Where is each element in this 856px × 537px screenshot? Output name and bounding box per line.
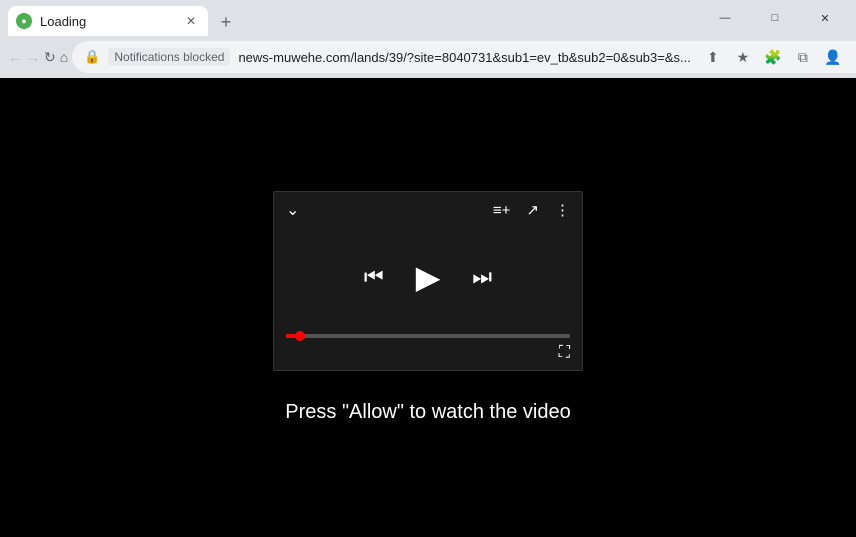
player-top-bar: ⌄ ≡+ ↗ ⋮: [274, 192, 582, 228]
share-icon[interactable]: ↗: [526, 201, 539, 219]
progress-dot: [295, 331, 305, 341]
url-text: news-muwehe.com/lands/39/?site=8040731&s…: [238, 50, 690, 65]
player-bottom-right: ⛶: [286, 344, 570, 362]
add-to-queue-icon[interactable]: ≡+: [493, 202, 511, 219]
fullscreen-button[interactable]: ⛶: [559, 344, 570, 362]
address-bar[interactable]: 🔒 Notifications blocked news-muwehe.com/…: [72, 41, 856, 73]
video-player: ⌄ ≡+ ↗ ⋮ ⏮ ▶ ⏭ ⛶: [273, 191, 583, 371]
tab-close-button[interactable]: ✕: [182, 12, 200, 30]
minimize-button[interactable]: —: [702, 0, 748, 36]
page-content: ⌄ ≡+ ↗ ⋮ ⏮ ▶ ⏭ ⛶: [0, 78, 856, 537]
split-icon[interactable]: ⧉: [789, 43, 817, 71]
progress-bar[interactable]: [286, 334, 570, 338]
maximize-button[interactable]: □: [752, 0, 798, 36]
chevron-down-icon[interactable]: ⌄: [286, 200, 299, 220]
window-controls: — □ ✕: [702, 0, 848, 36]
chrome-frame: ● Loading ✕ + — □ ✕ ← → ↻ ⌂ 🔒 Notificati…: [0, 0, 856, 537]
next-button[interactable]: ⏭: [472, 264, 492, 290]
extensions-icon[interactable]: 🧩: [759, 43, 787, 71]
nav-bar: ← → ↻ ⌂ 🔒 Notifications blocked news-muw…: [0, 36, 856, 78]
tab-title: Loading: [40, 14, 174, 29]
forward-button[interactable]: →: [26, 41, 40, 73]
player-center-controls: ⏮ ▶ ⏭: [274, 228, 582, 326]
home-button[interactable]: ⌂: [60, 41, 68, 73]
bookmark-icon[interactable]: ★: [729, 43, 757, 71]
player-top-right-controls: ≡+ ↗ ⋮: [493, 201, 570, 219]
menu-icon[interactable]: ⋮: [849, 43, 856, 71]
previous-button[interactable]: ⏮: [364, 264, 384, 290]
lock-icon: 🔒: [84, 49, 100, 65]
prompt-text: Press "Allow" to watch the video: [285, 401, 570, 424]
tab-favicon: ●: [16, 13, 32, 29]
player-bottom: ⛶: [274, 326, 582, 370]
reload-button[interactable]: ↻: [44, 41, 56, 73]
close-button[interactable]: ✕: [802, 0, 848, 36]
more-options-icon[interactable]: ⋮: [555, 201, 570, 219]
play-button[interactable]: ▶: [416, 258, 441, 296]
notifications-blocked-badge: Notifications blocked: [108, 48, 230, 66]
share-icon[interactable]: ⬆: [699, 43, 727, 71]
profile-icon[interactable]: 👤: [819, 43, 847, 71]
active-tab[interactable]: ● Loading ✕: [8, 6, 208, 36]
tab-strip: ● Loading ✕ +: [8, 0, 702, 36]
title-bar: ● Loading ✕ + — □ ✕: [0, 0, 856, 36]
back-button[interactable]: ←: [8, 41, 22, 73]
progress-fill: [286, 334, 295, 338]
new-tab-button[interactable]: +: [212, 8, 240, 36]
address-right-icons: ⬆ ★ 🧩 ⧉ 👤 ⋮: [699, 43, 856, 71]
